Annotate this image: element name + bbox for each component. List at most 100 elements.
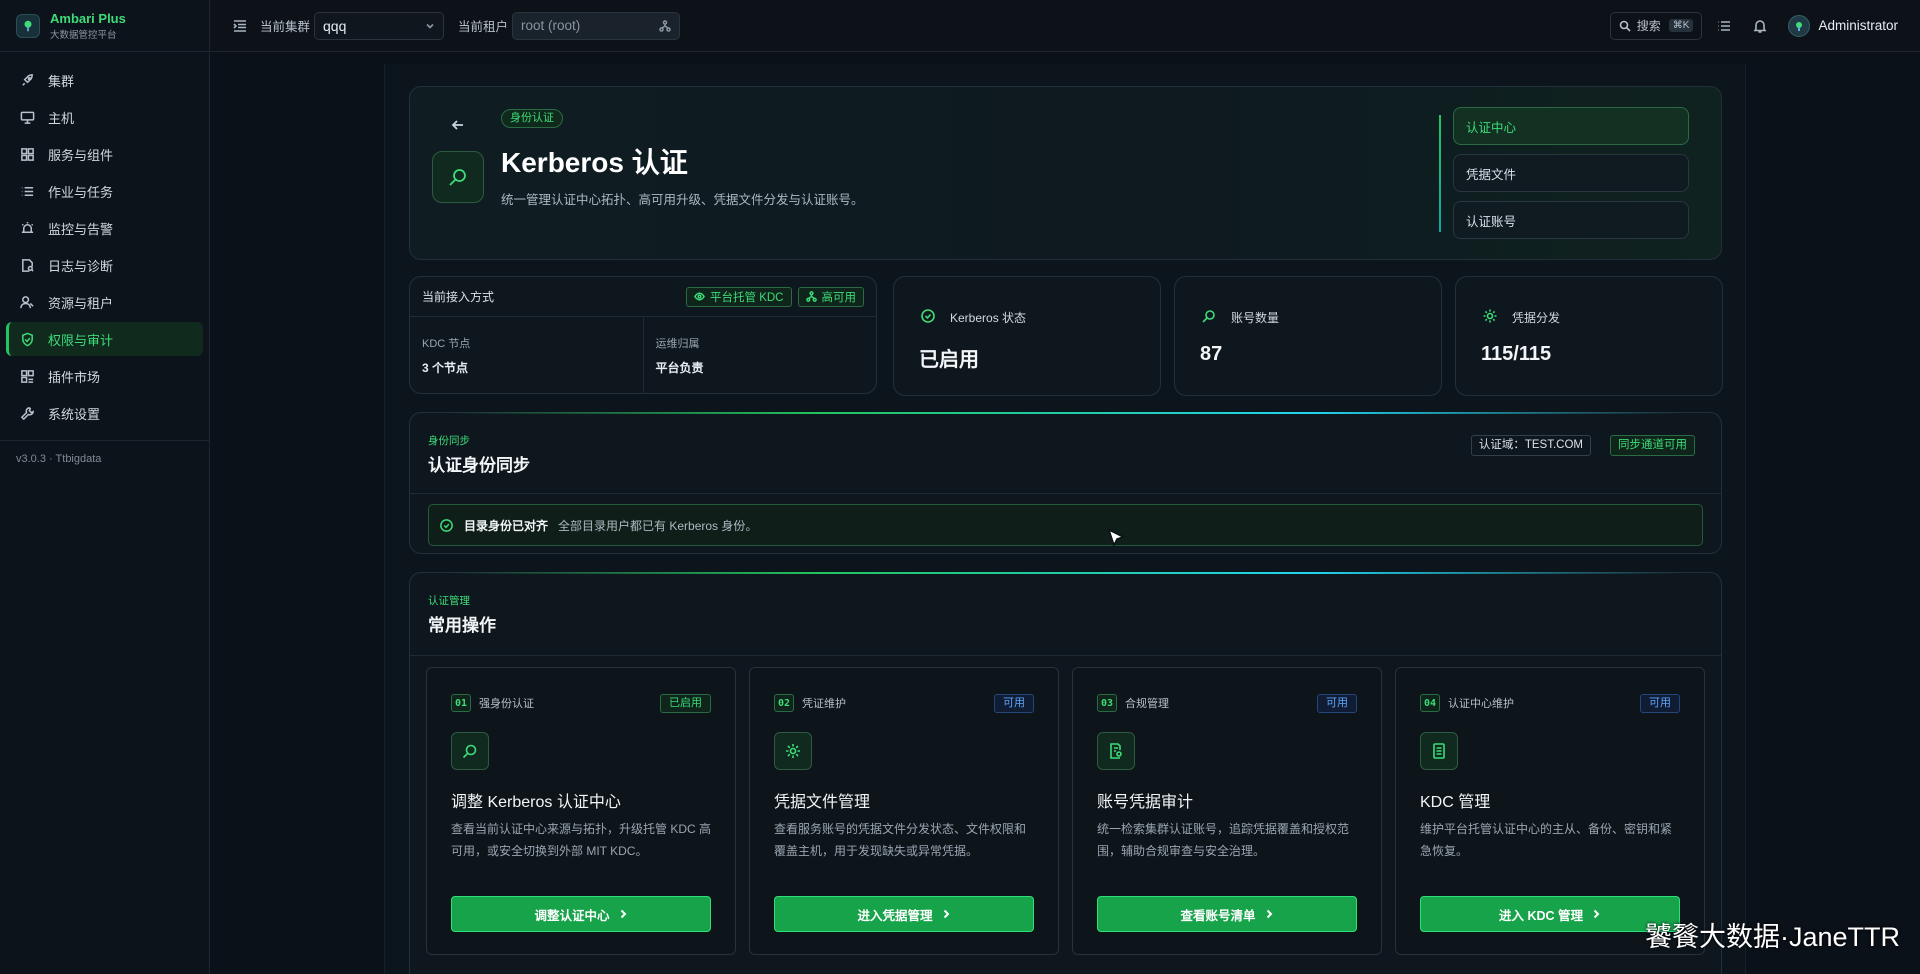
subnav-kdc-center[interactable]: 认证中心 bbox=[1453, 107, 1689, 145]
logo-icon bbox=[16, 13, 40, 38]
op-card-kdc-manage: 04 认证中心维护 可用 KDC 管理 维护平台托管认证中心的主从、备份、密钥和… bbox=[1395, 667, 1705, 955]
stat-header: 账号数量 bbox=[1175, 277, 1441, 326]
search-button[interactable]: 搜索 ⌘K bbox=[1609, 11, 1703, 40]
search-label: 搜索 bbox=[1636, 19, 1661, 33]
access-mode-card: 当前接入方式 平台托管 KDC 高可用 KDC 节点 3 个节点 运维归属 平台… bbox=[409, 276, 877, 394]
kdc-nodes: KDC 节点 3 个节点 bbox=[410, 317, 643, 394]
sidebar-item-plugins[interactable]: 插件市场 bbox=[6, 359, 203, 393]
sidebar-item-label: 监控与告警 bbox=[48, 221, 114, 237]
sidebar-item-logs[interactable]: 日志与诊断 bbox=[6, 248, 203, 282]
page-description: 统一管理认证中心拓扑、高可用升级、凭据文件分发与认证账号。 bbox=[501, 193, 864, 207]
sidebar-item-services[interactable]: 服务与组件 bbox=[6, 137, 203, 171]
hero-panel: 身份认证 Kerberos 认证 统一管理认证中心拓扑、高可用升级、凭据文件分发… bbox=[409, 86, 1722, 260]
kerberos-search-icon bbox=[432, 151, 484, 203]
brand[interactable]: Ambari Plus 大数据管控平台 bbox=[0, 0, 209, 52]
alarm-icon bbox=[21, 221, 34, 233]
topbar-right: 搜索 ⌘K Administrator bbox=[1609, 11, 1898, 40]
server-icon bbox=[1420, 732, 1458, 770]
sidebar-item-security[interactable]: 权限与审计 bbox=[6, 322, 203, 356]
sidebar-item-label: 作业与任务 bbox=[48, 184, 114, 200]
keytab-manage-button[interactable]: 进入凭据管理 bbox=[774, 896, 1034, 932]
sidebar-item-cluster[interactable]: 集群 bbox=[6, 63, 203, 97]
button-label: 进入凭据管理 bbox=[857, 908, 933, 923]
stat-card-keytab-distribution: 凭据分发 115/115 bbox=[1455, 276, 1723, 396]
ha-badge: 高可用 bbox=[797, 286, 864, 307]
tenant-field[interactable]: root (root) bbox=[512, 11, 681, 40]
stat-label: 账号数量 bbox=[1231, 310, 1280, 325]
tenant-field-placeholder: root (root) bbox=[521, 18, 581, 33]
chevron-down-icon bbox=[426, 23, 434, 29]
section-kicker: 认证管理 bbox=[428, 595, 470, 607]
search-icon bbox=[1201, 308, 1219, 326]
status-badge: 可用 bbox=[1317, 694, 1357, 713]
subnav-principals[interactable]: 认证账号 bbox=[1453, 201, 1689, 239]
page-title: Kerberos 认证 bbox=[501, 147, 688, 178]
card-description: 查看服务账号的凭据文件分发状态、文件权限和覆盖主机，用于发现缺失或异常凭据。 bbox=[774, 822, 1027, 858]
gear-icon bbox=[774, 732, 812, 770]
cluster-label: 当前集群 bbox=[260, 20, 311, 34]
status-badge: 可用 bbox=[1640, 694, 1680, 713]
chevron-right-icon bbox=[943, 909, 949, 919]
sidebar-item-label: 资源与租户 bbox=[48, 295, 114, 311]
sync-status-badge: 同步通道可用 bbox=[1610, 435, 1695, 456]
sidebar-nav: 集群 主机 服务与组件 作业与任务 监控与告警 日志与诊断 资源与租户 权限与审… bbox=[0, 52, 209, 430]
common-operations-section: 认证管理 常用操作 01 强身份认证 已启用 调整 Kerberos 认证中心 … bbox=[409, 572, 1722, 974]
card-description: 维护平台托管认证中心的主从、备份、密钥和紧急恢复。 bbox=[1420, 822, 1673, 858]
op-card-audit: 03 合规管理 可用 账号凭据审计 统一检索集群认证账号，追踪凭据覆盖和授权范围… bbox=[1072, 667, 1382, 955]
identity-sync-section: 身份同步 认证身份同步 认证域：TEST.COM 同步通道可用 目录身份已对齐 … bbox=[409, 412, 1722, 554]
sidebar-item-hosts[interactable]: 主机 bbox=[6, 100, 203, 134]
stat-card-account-count: 账号数量 87 bbox=[1174, 276, 1442, 396]
card-number: 02 bbox=[774, 694, 794, 712]
card-number: 03 bbox=[1097, 694, 1117, 712]
stat-header: Kerberos 状态 bbox=[894, 277, 1160, 326]
section-kicker: 身份同步 bbox=[428, 435, 470, 447]
sidebar-item-label: 系统设置 bbox=[48, 406, 101, 422]
stat-card-kerberos-status: Kerberos 状态 已启用 bbox=[893, 276, 1161, 396]
search-shortcut: ⌘K bbox=[1668, 19, 1694, 32]
button-label: 查看账号清单 bbox=[1180, 908, 1256, 923]
sidebar-item-label: 主机 bbox=[48, 110, 75, 126]
task-list-icon[interactable] bbox=[1716, 18, 1732, 34]
section-title: 常用操作 bbox=[428, 616, 496, 635]
sidebar-item-settings[interactable]: 系统设置 bbox=[6, 396, 203, 430]
ops-owner: 运维归属 平台负责 bbox=[642, 317, 877, 394]
back-arrow-icon[interactable] bbox=[450, 117, 466, 133]
sidebar-item-tenants[interactable]: 资源与租户 bbox=[6, 285, 203, 319]
sidebar: Ambari Plus 大数据管控平台 集群 主机 服务与组件 作业与任务 监控… bbox=[0, 0, 210, 974]
managed-kdc-badge: 平台托管 KDC bbox=[686, 286, 792, 307]
shield-check-icon bbox=[22, 332, 33, 346]
card-number: 01 bbox=[451, 694, 471, 712]
gear-icon bbox=[1482, 308, 1500, 326]
access-badges: 平台托管 KDC 高可用 bbox=[680, 286, 864, 307]
username[interactable]: Administrator bbox=[1818, 18, 1898, 33]
search-icon bbox=[1619, 20, 1631, 32]
avatar[interactable] bbox=[1788, 14, 1811, 37]
adjust-kdc-button[interactable]: 调整认证中心 bbox=[451, 896, 711, 932]
kdc-nodes-label: KDC 节点 bbox=[422, 338, 471, 350]
collapse-menu-icon[interactable] bbox=[232, 18, 248, 34]
card-category: 认证中心维护 bbox=[1448, 698, 1514, 710]
card-header: 04 认证中心维护 bbox=[1420, 694, 1514, 712]
card-header: 03 合规管理 bbox=[1097, 694, 1169, 712]
sidebar-item-label: 权限与审计 bbox=[48, 332, 114, 348]
grid-icon bbox=[21, 147, 34, 161]
kdc-nodes-value: 3 个节点 bbox=[422, 361, 469, 375]
cluster-select[interactable]: qqq bbox=[314, 11, 445, 40]
sync-alert: 目录身份已对齐 全部目录用户都已有 Kerberos 身份。 bbox=[428, 504, 1703, 546]
kdc-manage-button[interactable]: 进入 KDC 管理 bbox=[1420, 896, 1680, 932]
stat-value: 87 bbox=[1200, 343, 1223, 365]
search-icon bbox=[451, 732, 489, 770]
card-category: 合规管理 bbox=[1125, 698, 1169, 710]
sidebar-item-monitoring[interactable]: 监控与告警 bbox=[6, 211, 203, 245]
stat-label: Kerberos 状态 bbox=[950, 310, 1027, 325]
check-circle-icon bbox=[440, 518, 453, 532]
subnav-keytab-files[interactable]: 凭据文件 bbox=[1453, 154, 1689, 192]
section-glow bbox=[450, 572, 1681, 574]
tenant-label: 当前租户 bbox=[458, 20, 509, 34]
sidebar-item-jobs[interactable]: 作业与任务 bbox=[6, 174, 203, 208]
view-accounts-button[interactable]: 查看账号清单 bbox=[1097, 896, 1357, 932]
bell-icon[interactable] bbox=[1752, 18, 1768, 34]
cluster-select-value: qqq bbox=[323, 17, 347, 34]
chevron-right-icon bbox=[1266, 909, 1272, 919]
badge-label: 高可用 bbox=[821, 291, 857, 304]
